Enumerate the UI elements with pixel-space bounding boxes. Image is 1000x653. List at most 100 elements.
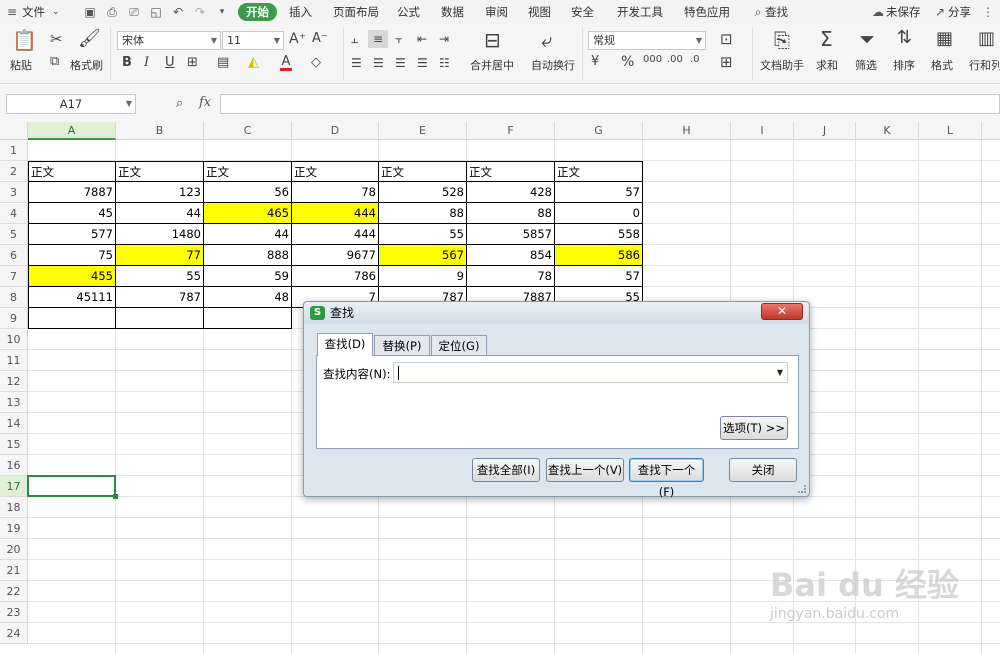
- select-all-corner[interactable]: [0, 122, 28, 140]
- increase-font-icon[interactable]: A⁺: [289, 32, 306, 46]
- table-cell[interactable]: 正文: [555, 161, 643, 182]
- table-cell[interactable]: 9: [379, 266, 467, 287]
- table-cell[interactable]: 528: [379, 182, 467, 203]
- find-next-button[interactable]: 查找下一个(F): [629, 458, 704, 499]
- chevron-down-icon[interactable]: ▼: [126, 95, 132, 113]
- column-header-J[interactable]: J: [794, 122, 856, 140]
- sum-icon[interactable]: Σ: [820, 29, 833, 49]
- row-header-24[interactable]: 24: [0, 623, 28, 644]
- row-header-10[interactable]: 10: [0, 329, 28, 350]
- row-header-23[interactable]: 23: [0, 602, 28, 623]
- align-left-icon[interactable]: ☰: [351, 57, 362, 69]
- sort-icon[interactable]: ⇅: [897, 29, 912, 47]
- table-cell[interactable]: [116, 308, 204, 329]
- font-color-icon[interactable]: A: [280, 55, 292, 71]
- decrease-font-icon[interactable]: A⁻: [312, 32, 328, 45]
- customize-toolbar-icon[interactable]: ▾: [214, 4, 230, 20]
- table-cell[interactable]: 88: [379, 203, 467, 224]
- number-format-select[interactable]: 常规 ▼: [588, 31, 706, 50]
- menu-search[interactable]: 查找: [765, 0, 788, 24]
- chevron-down-icon[interactable]: ⌄: [52, 0, 60, 24]
- sort-button[interactable]: 排序: [893, 57, 915, 73]
- font-size-select[interactable]: 11 ▼: [222, 31, 284, 50]
- sum-button[interactable]: 求和: [816, 57, 838, 73]
- share-button[interactable]: 分享: [948, 0, 971, 24]
- bold-icon[interactable]: B: [122, 56, 132, 69]
- print-preview-icon[interactable]: ◱: [148, 4, 164, 20]
- align-bottom-icon[interactable]: ⫟: [395, 33, 402, 45]
- table-cell[interactable]: 567: [379, 245, 467, 266]
- currency-icon[interactable]: ¥: [591, 55, 599, 68]
- table-cell[interactable]: [28, 308, 116, 329]
- tab-page-layout[interactable]: 页面布局: [333, 0, 379, 24]
- tab-developer[interactable]: 开发工具: [617, 0, 663, 24]
- row-header-8[interactable]: 8: [0, 287, 28, 308]
- border-icon[interactable]: ⊞: [187, 56, 198, 69]
- table-cell[interactable]: 77: [116, 245, 204, 266]
- row-header-20[interactable]: 20: [0, 539, 28, 560]
- align-right-icon[interactable]: ☰: [395, 57, 406, 69]
- row-header-18[interactable]: 18: [0, 497, 28, 518]
- row-header-11[interactable]: 11: [0, 350, 28, 371]
- close-icon[interactable]: ✕: [761, 303, 803, 320]
- doc-assistant-icon[interactable]: ⎘: [774, 30, 790, 50]
- row-header-22[interactable]: 22: [0, 581, 28, 602]
- column-header-L[interactable]: L: [919, 122, 982, 140]
- type-convert-icon[interactable]: ⊡: [720, 32, 733, 47]
- table-cell[interactable]: 854: [467, 245, 555, 266]
- filter-button[interactable]: 筛选: [855, 57, 877, 73]
- tab-start[interactable]: 开始: [238, 3, 277, 21]
- row-header-1[interactable]: 1: [0, 140, 28, 161]
- function-icon[interactable]: fx: [199, 95, 211, 110]
- name-box[interactable]: A17 ▼: [6, 94, 136, 114]
- format-button[interactable]: 格式: [931, 57, 953, 73]
- column-header-G[interactable]: G: [555, 122, 643, 140]
- zoom-search-icon[interactable]: ⌕: [176, 96, 183, 111]
- table-cell[interactable]: 75: [28, 245, 116, 266]
- row-header-4[interactable]: 4: [0, 203, 28, 224]
- paste-icon[interactable]: 📋: [12, 30, 37, 50]
- column-header-E[interactable]: E: [379, 122, 467, 140]
- percent-icon[interactable]: %: [621, 55, 634, 69]
- column-header-A[interactable]: A: [28, 122, 116, 140]
- cell-style-icon[interactable]: ▤: [217, 56, 229, 69]
- tab-special[interactable]: 特色应用: [684, 0, 730, 24]
- rows-cols-button[interactable]: 行和列: [969, 57, 1000, 73]
- tab-insert[interactable]: 插入: [289, 0, 312, 24]
- justify-icon[interactable]: ☰: [417, 57, 428, 69]
- row-header-14[interactable]: 14: [0, 413, 28, 434]
- column-header-H[interactable]: H: [643, 122, 731, 140]
- align-center-icon[interactable]: ☰: [373, 57, 384, 69]
- cut-icon[interactable]: ✂: [50, 32, 63, 47]
- format-icon[interactable]: ▦: [936, 30, 953, 48]
- underline-icon[interactable]: U: [165, 56, 175, 69]
- dialog-title-bar[interactable]: S 查找 ✕: [304, 302, 809, 324]
- font-name-select[interactable]: 宋体 ▼: [117, 31, 221, 50]
- table-cell[interactable]: 123: [116, 182, 204, 203]
- active-cell-A17[interactable]: [27, 475, 118, 499]
- fill-color-icon[interactable]: ◭: [248, 55, 259, 69]
- tab-replace[interactable]: 替换(P): [374, 335, 430, 356]
- table-cell[interactable]: 57: [555, 182, 643, 203]
- table-cell[interactable]: [204, 308, 292, 329]
- table-cell[interactable]: 正文: [292, 161, 379, 182]
- find-input[interactable]: ▼: [393, 362, 788, 383]
- table-cell[interactable]: 558: [555, 224, 643, 245]
- table-cell[interactable]: 787: [116, 287, 204, 308]
- table-cell[interactable]: 44: [204, 224, 292, 245]
- row-header-9[interactable]: 9: [0, 308, 28, 329]
- table-cell[interactable]: 45111: [28, 287, 116, 308]
- table-cell[interactable]: 455: [28, 266, 116, 287]
- wrap-text-button[interactable]: 自动换行: [531, 57, 575, 73]
- tab-review[interactable]: 审阅: [485, 0, 508, 24]
- row-header-19[interactable]: 19: [0, 518, 28, 539]
- row-header-16[interactable]: 16: [0, 455, 28, 476]
- table-cell[interactable]: 56: [204, 182, 292, 203]
- formula-input[interactable]: [220, 94, 1000, 114]
- table-cell[interactable]: 88: [467, 203, 555, 224]
- options-button[interactable]: 选项(T) >>: [720, 416, 788, 440]
- tab-data[interactable]: 数据: [441, 0, 464, 24]
- column-header-B[interactable]: B: [116, 122, 204, 140]
- table-cell[interactable]: 444: [292, 203, 379, 224]
- tab-find[interactable]: 查找(D): [317, 333, 373, 356]
